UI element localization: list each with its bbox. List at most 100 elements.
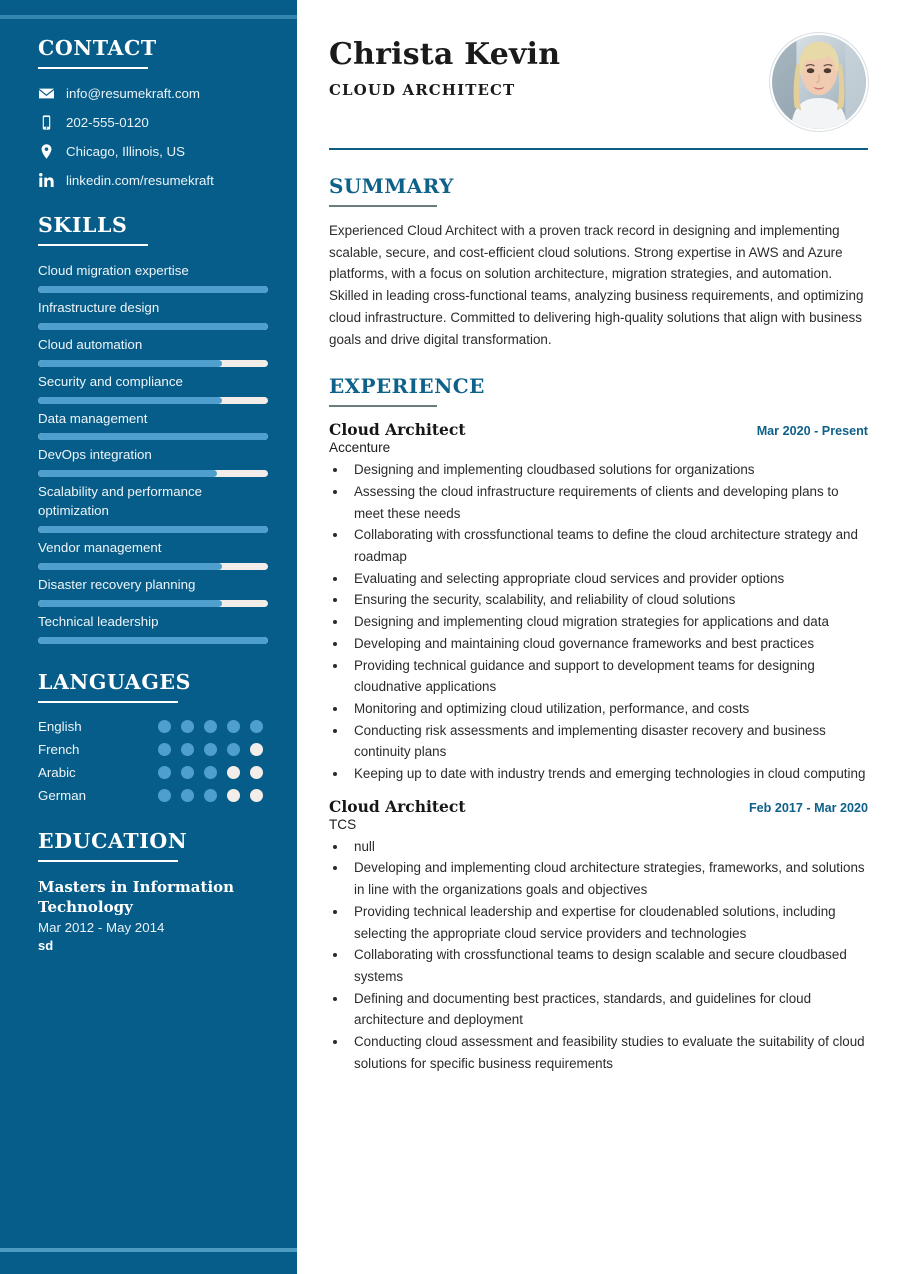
job-bullet: Defining and documenting best practices,… [348, 988, 868, 1031]
contact-value-phone: 202-555-0120 [66, 115, 149, 130]
skill-progress-bar [38, 433, 268, 441]
education-section: EDUCATION Masters in Information Technol… [38, 829, 267, 953]
job-bullet: null [348, 836, 868, 858]
skill-item: DevOps integration [38, 446, 268, 478]
avatar [770, 33, 868, 131]
skill-progress-fill [38, 322, 268, 330]
rating-dot [158, 788, 171, 802]
skill-progress-bar [38, 599, 268, 607]
skill-progress-fill [38, 396, 222, 404]
skill-item: Security and compliance [38, 373, 268, 404]
contact-item-email[interactable]: info@resumekraft.com [38, 85, 267, 102]
resume-page: CONTACT info@resumekraft.com 202-555-012… [0, 0, 900, 1274]
job-bullet: Evaluating and selecting appropriate clo… [348, 568, 868, 590]
skill-item: Data management [38, 410, 268, 441]
rating-dot [204, 742, 217, 756]
job-bullet: Monitoring and optimizing cloud utilizat… [348, 698, 868, 720]
language-label: German [38, 787, 87, 803]
skill-label: Infrastructure design [38, 299, 160, 315]
job-bullet-list: Designing and implementing cloudbased so… [348, 459, 868, 785]
job-bullet: Designing and implementing cloudbased so… [348, 459, 868, 481]
language-rating [158, 719, 263, 733]
contact-item-linkedin[interactable]: linkedin.com/resumekraft [38, 172, 267, 189]
job-bullet-list: nullDeveloping and implementing cloud ar… [348, 836, 868, 1075]
job-date-range: Mar 2020 - Present [756, 424, 868, 439]
job-date-range: Feb 2017 - Mar 2020 [748, 800, 868, 815]
skill-progress-bar [38, 359, 268, 367]
skill-progress-bar [38, 526, 268, 533]
job-bullet: Collaborating with crossfunctional teams… [348, 944, 868, 987]
skills-section: SKILLS Cloud migration expertise Infrastr… [38, 213, 268, 644]
language-label: French [38, 741, 80, 757]
experience-heading: EXPERIENCE [329, 374, 485, 399]
job-bullet: Keeping up to date with industry trends … [348, 763, 868, 785]
job-bullet: Designing and implementing cloud migrati… [348, 611, 868, 633]
education-school: sd [38, 937, 54, 953]
skill-label: Scalability and performance optimization [38, 484, 203, 519]
experience-section: EXPERIENCE Cloud Architect Mar 2020 - Pre… [329, 374, 868, 1074]
header-divider [329, 148, 868, 150]
job-bullet: Assessing the cloud infrastructure requi… [348, 481, 868, 524]
contact-item-location[interactable]: Chicago, Illinois, US [38, 143, 267, 160]
skill-label: Disaster recovery planning [38, 576, 196, 592]
language-item: English [38, 719, 267, 734]
header-text: Christa Kevin CLOUD ARCHITECT [329, 33, 770, 99]
main-content: Christa Kevin CLOUD ARCHITECT SUMMARY Ex… [297, 0, 900, 1274]
page-break-line-top [0, 15, 297, 19]
job-bullet: Conducting risk assessments and implemen… [348, 720, 868, 763]
skill-item: Scalability and performance optimization [38, 483, 268, 533]
summary-section: SUMMARY Experienced Cloud Architect with… [329, 174, 868, 350]
job-role-subtitle: CLOUD ARCHITECT [329, 81, 516, 99]
resume-header: Christa Kevin CLOUD ARCHITECT [329, 33, 868, 131]
rating-dot [250, 765, 263, 779]
skill-item: Cloud automation [38, 336, 268, 367]
contact-heading-rule [38, 67, 148, 69]
profile-photo-illustration [772, 35, 866, 129]
job-bullet: Ensuring the security, scalability, and … [348, 589, 868, 611]
rating-dot [227, 742, 240, 756]
summary-text: Experienced Cloud Architect with a prove… [329, 223, 864, 347]
skill-progress-bar [38, 562, 268, 570]
skill-progress-bar [38, 636, 268, 644]
job-bullet: Providing technical guidance and support… [348, 655, 868, 698]
skill-item: Technical leadership [38, 613, 268, 644]
rating-dot [181, 742, 194, 756]
skill-progress-bar [38, 322, 268, 330]
skill-progress-fill [38, 470, 218, 478]
skill-item: Disaster recovery planning [38, 576, 268, 607]
language-rating [158, 765, 263, 779]
rating-dot [181, 788, 194, 802]
language-item: Arabic [38, 765, 267, 780]
skill-label: Security and compliance [38, 373, 183, 389]
mobile-phone-icon [38, 114, 55, 131]
rating-dot [227, 765, 240, 779]
job-bullet: Developing and implementing cloud archit… [348, 857, 868, 900]
job-bullet: Developing and maintaining cloud governa… [348, 633, 868, 655]
skill-progress-fill [38, 562, 222, 570]
rating-dot [204, 788, 217, 802]
experience-list: Cloud Architect Mar 2020 - Present Accentu… [329, 420, 868, 1074]
rating-dot [158, 742, 171, 756]
rating-dot [227, 788, 240, 802]
contact-value-location: Chicago, Illinois, US [66, 144, 185, 159]
skill-item: Vendor management [38, 539, 268, 570]
envelope-icon [38, 85, 55, 102]
skill-label: Data management [38, 410, 148, 426]
language-item: French [38, 742, 267, 757]
skills-heading: SKILLS [38, 213, 128, 237]
education-date: Mar 2012 - May 2014 [38, 919, 165, 935]
rating-dot [204, 765, 217, 779]
rating-dot [250, 742, 263, 756]
experience-heading-rule [329, 405, 437, 408]
languages-heading-rule [38, 700, 178, 703]
contact-item-phone[interactable]: 202-555-0120 [38, 114, 267, 131]
skills-list: Cloud migration expertise Infrastructure … [38, 262, 268, 644]
rating-dot [158, 719, 171, 733]
skill-progress-fill [38, 599, 222, 607]
skill-label: Cloud automation [38, 336, 143, 352]
language-label: English [38, 718, 82, 734]
rating-dot [158, 765, 171, 779]
sidebar: CONTACT info@resumekraft.com 202-555-012… [0, 0, 297, 1274]
language-label: Arabic [38, 764, 76, 780]
skill-progress-fill [38, 285, 268, 293]
